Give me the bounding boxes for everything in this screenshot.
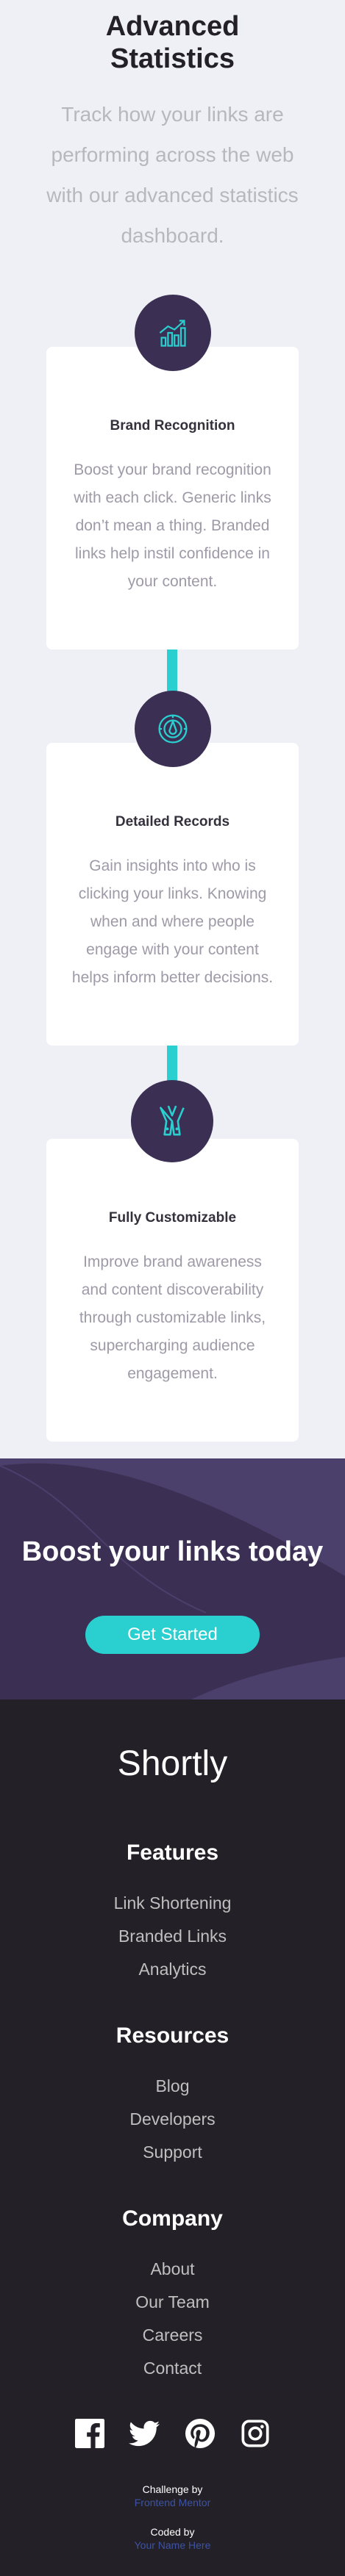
footer-link-our-team[interactable]: Our Team <box>0 2292 345 2312</box>
boost-title: Boost your links today <box>21 1536 324 1567</box>
feature-card-detailed-records: Detailed Records Gain insights into who … <box>46 743 299 1046</box>
attribution-challenge: Challenge by <box>0 2483 345 2495</box>
brand-recognition-icon <box>135 295 211 371</box>
feature-card-brand-recognition: Brand Recognition Boost your brand recog… <box>46 347 299 650</box>
fully-customizable-icon <box>131 1080 213 1162</box>
attribution-challenge-label: Challenge by <box>142 2483 203 2495</box>
footer-heading-resources: Resources <box>115 2023 230 2048</box>
boost-background-pattern <box>0 1458 345 1699</box>
detailed-records-icon <box>135 691 211 767</box>
footer-link-support[interactable]: Support <box>0 2143 345 2162</box>
footer-link-developers[interactable]: Developers <box>0 2109 345 2129</box>
instagram-icon[interactable] <box>239 2417 271 2450</box>
attribution-coded-label: Coded by <box>150 2526 195 2538</box>
facebook-icon[interactable] <box>74 2417 106 2450</box>
feature-card-title: Brand Recognition <box>110 418 235 433</box>
footer: Shortly Features Link Shortening Branded… <box>0 1699 345 2576</box>
attribution-coded-row: Your Name Here <box>0 2539 345 2551</box>
feature-card-description: Gain insights into who is clicking your … <box>71 857 274 986</box>
footer-heading-features: Features <box>126 1841 219 1865</box>
footer-logo[interactable]: Shortly <box>0 1744 345 1784</box>
footer-link-contact[interactable]: Contact <box>0 2359 345 2378</box>
attribution-coded: Coded by <box>0 2526 345 2538</box>
footer-link-careers[interactable]: Careers <box>0 2325 345 2345</box>
statistics-title: Advanced Statistics <box>105 11 240 74</box>
statistics-section: Advanced Statistics Track how your links … <box>0 0 345 1458</box>
footer-heading-company: Company <box>122 2206 223 2231</box>
pinterest-icon[interactable] <box>184 2417 216 2450</box>
footer-link-blog[interactable]: Blog <box>0 2076 345 2096</box>
twitter-icon[interactable] <box>128 2417 160 2450</box>
author-link[interactable]: Your Name Here <box>135 2539 211 2551</box>
feature-card-title: Fully Customizable <box>108 1210 237 1226</box>
feature-card-description: Boost your brand recognition with each c… <box>74 461 271 590</box>
footer-link-link-shortening[interactable]: Link Shortening <box>0 1893 345 1913</box>
footer-link-branded-links[interactable]: Branded Links <box>0 1926 345 1946</box>
boost-section: Boost your links today Get Started <box>0 1458 345 1699</box>
feature-card-title: Detailed Records <box>115 814 230 830</box>
frontend-mentor-link[interactable]: Frontend Mentor <box>135 2497 211 2508</box>
statistics-subtitle: Track how your links are performing acro… <box>46 103 299 247</box>
attribution-challenge-row: Frontend Mentor <box>0 2497 345 2508</box>
footer-link-analytics[interactable]: Analytics <box>0 1960 345 1979</box>
footer-link-about[interactable]: About <box>0 2259 345 2279</box>
feature-card-description: Improve brand awareness and content disc… <box>79 1253 266 1382</box>
feature-card-fully-customizable: Fully Customizable Improve brand awarene… <box>46 1139 299 1442</box>
get-started-button[interactable]: Get Started <box>85 1616 260 1654</box>
